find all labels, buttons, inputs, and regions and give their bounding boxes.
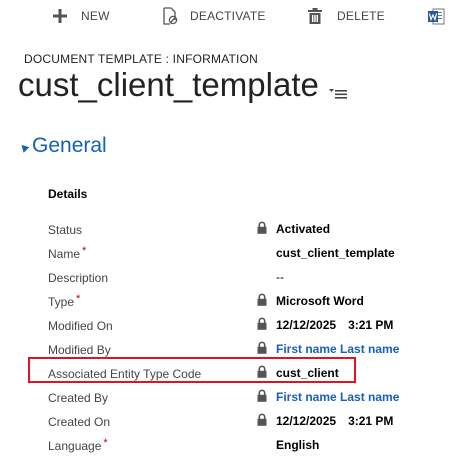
deactivate-icon bbox=[163, 7, 178, 25]
required-asterisk: * bbox=[103, 437, 108, 449]
field-label-language: Language * bbox=[48, 437, 108, 453]
created-by-link[interactable]: First name Last name bbox=[276, 390, 399, 404]
lock-icon bbox=[257, 293, 267, 306]
field-row-modified-on: Modified On 12/12/2025 3:21 PM bbox=[0, 315, 456, 339]
collapse-triangle-icon bbox=[18, 141, 30, 153]
section-general-toggle[interactable]: General bbox=[18, 134, 107, 158]
field-label-created-by: Created By bbox=[48, 391, 109, 405]
field-row-created-by: Created By First name Last name bbox=[0, 387, 456, 411]
plus-icon bbox=[53, 9, 67, 23]
field-label-type: Type * bbox=[48, 293, 81, 309]
lock-icon bbox=[257, 221, 267, 234]
field-label-modified-by: Modified By bbox=[48, 343, 111, 357]
lock-icon bbox=[257, 341, 267, 354]
entity-label: DOCUMENT TEMPLATE : INFORMATION bbox=[24, 52, 258, 66]
field-row-status: Status Activated bbox=[0, 219, 456, 243]
field-value-language[interactable]: English bbox=[276, 438, 319, 452]
field-value-modified-on: 12/12/2025 3:21 PM bbox=[276, 318, 393, 332]
new-button[interactable]: NEW bbox=[53, 6, 110, 26]
field-label-type-text: Type bbox=[48, 295, 75, 309]
field-value-created-on: 12/12/2025 3:21 PM bbox=[276, 414, 393, 428]
delete-button-label: DELETE bbox=[337, 9, 385, 23]
field-row-name[interactable]: Name * cust_client_template bbox=[0, 243, 456, 267]
field-label-status: Status bbox=[48, 223, 83, 237]
record-title: cust_client_template bbox=[18, 66, 319, 103]
field-label-name-text: Name bbox=[48, 247, 81, 261]
field-value-description[interactable]: -- bbox=[276, 270, 284, 284]
details-subheading: Details bbox=[48, 187, 88, 201]
field-label-created-on: Created On bbox=[48, 415, 111, 429]
field-row-description[interactable]: Description -- bbox=[0, 267, 456, 291]
field-label-modified-on: Modified On bbox=[48, 319, 113, 333]
field-value-type: Microsoft Word bbox=[276, 294, 364, 308]
field-value-name[interactable]: cust_client_template bbox=[276, 246, 395, 260]
lock-icon bbox=[257, 413, 267, 426]
field-row-created-on: Created On 12/12/2025 3:21 PM bbox=[0, 411, 456, 435]
field-label-language-text: Language bbox=[48, 439, 102, 453]
modified-on-time: 3:21 PM bbox=[348, 318, 394, 332]
trash-icon bbox=[308, 8, 322, 24]
word-templates-button[interactable] bbox=[428, 6, 445, 26]
command-bar: NEW DEACTIVATE DELETE bbox=[0, 0, 456, 30]
field-row-language[interactable]: Language * English bbox=[0, 435, 456, 459]
modified-by-link[interactable]: First name Last name bbox=[276, 342, 399, 356]
new-button-label: NEW bbox=[81, 9, 110, 23]
lock-icon bbox=[257, 317, 267, 330]
modified-on-date: 12/12/2025 bbox=[276, 318, 337, 332]
deactivate-button[interactable]: DEACTIVATE bbox=[162, 6, 266, 26]
required-asterisk: * bbox=[76, 293, 81, 305]
field-label-description: Description bbox=[48, 271, 109, 285]
delete-button[interactable]: DELETE bbox=[308, 6, 385, 26]
field-row-type: Type * Microsoft Word bbox=[0, 291, 456, 315]
deactivate-button-label: DEACTIVATE bbox=[190, 9, 266, 23]
created-on-date: 12/12/2025 bbox=[276, 414, 337, 428]
required-asterisk: * bbox=[82, 245, 87, 257]
section-title: General bbox=[32, 134, 107, 157]
field-label-name: Name * bbox=[48, 245, 87, 261]
created-on-time: 3:21 PM bbox=[348, 414, 394, 428]
highlight-box bbox=[28, 357, 356, 383]
lock-icon bbox=[257, 389, 267, 402]
form-selector-icon[interactable] bbox=[329, 86, 347, 104]
word-icon bbox=[428, 8, 445, 24]
field-value-status: Activated bbox=[276, 222, 331, 236]
